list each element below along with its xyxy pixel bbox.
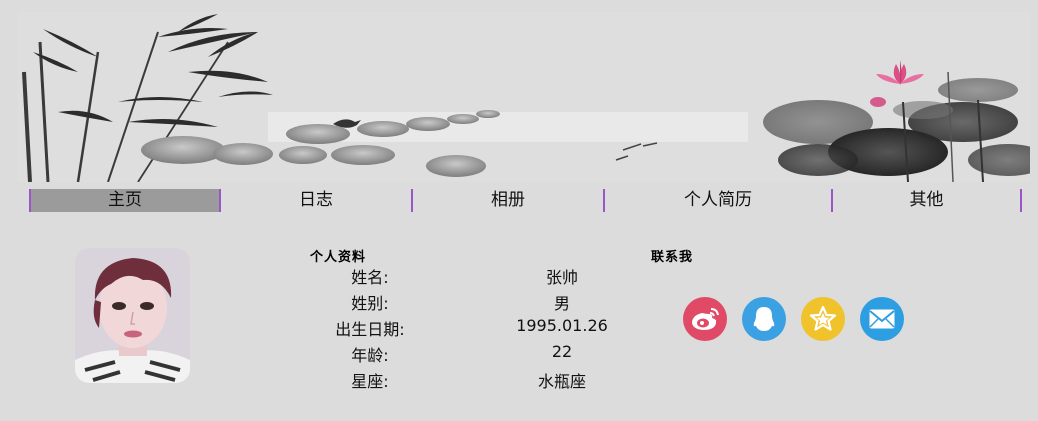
avatar — [75, 248, 190, 383]
contact-title: 联系我 — [651, 250, 694, 265]
qq-button[interactable] — [742, 297, 786, 341]
profile-value: 张帅 — [545, 268, 578, 287]
favorite-button[interactable] — [801, 297, 845, 341]
profile-value: 水瓶座 — [537, 372, 586, 391]
profile-row-birthdate: 出生日期: 1995.01.26 — [300, 316, 660, 342]
profile-value: 1995.01.26 — [516, 316, 608, 335]
profile-label: 年龄: — [351, 346, 389, 365]
weibo-icon — [692, 308, 719, 330]
nav-item-album[interactable]: 相册 — [413, 189, 605, 212]
profile-label: 姓别: — [351, 294, 389, 313]
header-banner — [18, 12, 1030, 182]
profile-title: 个人资料 — [310, 250, 367, 265]
profile-row-gender: 姓别: 男 — [300, 290, 660, 316]
email-button[interactable] — [860, 297, 904, 341]
profile-label: 姓名: — [351, 268, 389, 287]
nav-item-blog[interactable]: 日志 — [221, 189, 413, 212]
qq-icon — [753, 307, 775, 331]
profile-label: 星座: — [351, 372, 389, 391]
main-nav: 主页 日志 相册 个人简历 其他 — [29, 189, 1022, 212]
weibo-button[interactable] — [683, 297, 727, 341]
profile-row-zodiac: 星座: 水瓶座 — [300, 368, 660, 394]
favorite-star-icon — [809, 305, 837, 331]
profile-label: 出生日期: — [335, 320, 405, 339]
profile-row-age: 年龄: 22 — [300, 342, 660, 368]
profile-row-name: 姓名: 张帅 — [300, 264, 660, 290]
nav-item-other[interactable]: 其他 — [833, 189, 1022, 212]
email-icon — [869, 309, 895, 329]
profile-value: 男 — [553, 294, 570, 313]
nav-item-home[interactable]: 主页 — [29, 189, 221, 212]
nav-item-resume[interactable]: 个人简历 — [605, 189, 833, 212]
profile-value: 22 — [551, 342, 573, 361]
lotus-pond-illustration — [763, 60, 1030, 182]
